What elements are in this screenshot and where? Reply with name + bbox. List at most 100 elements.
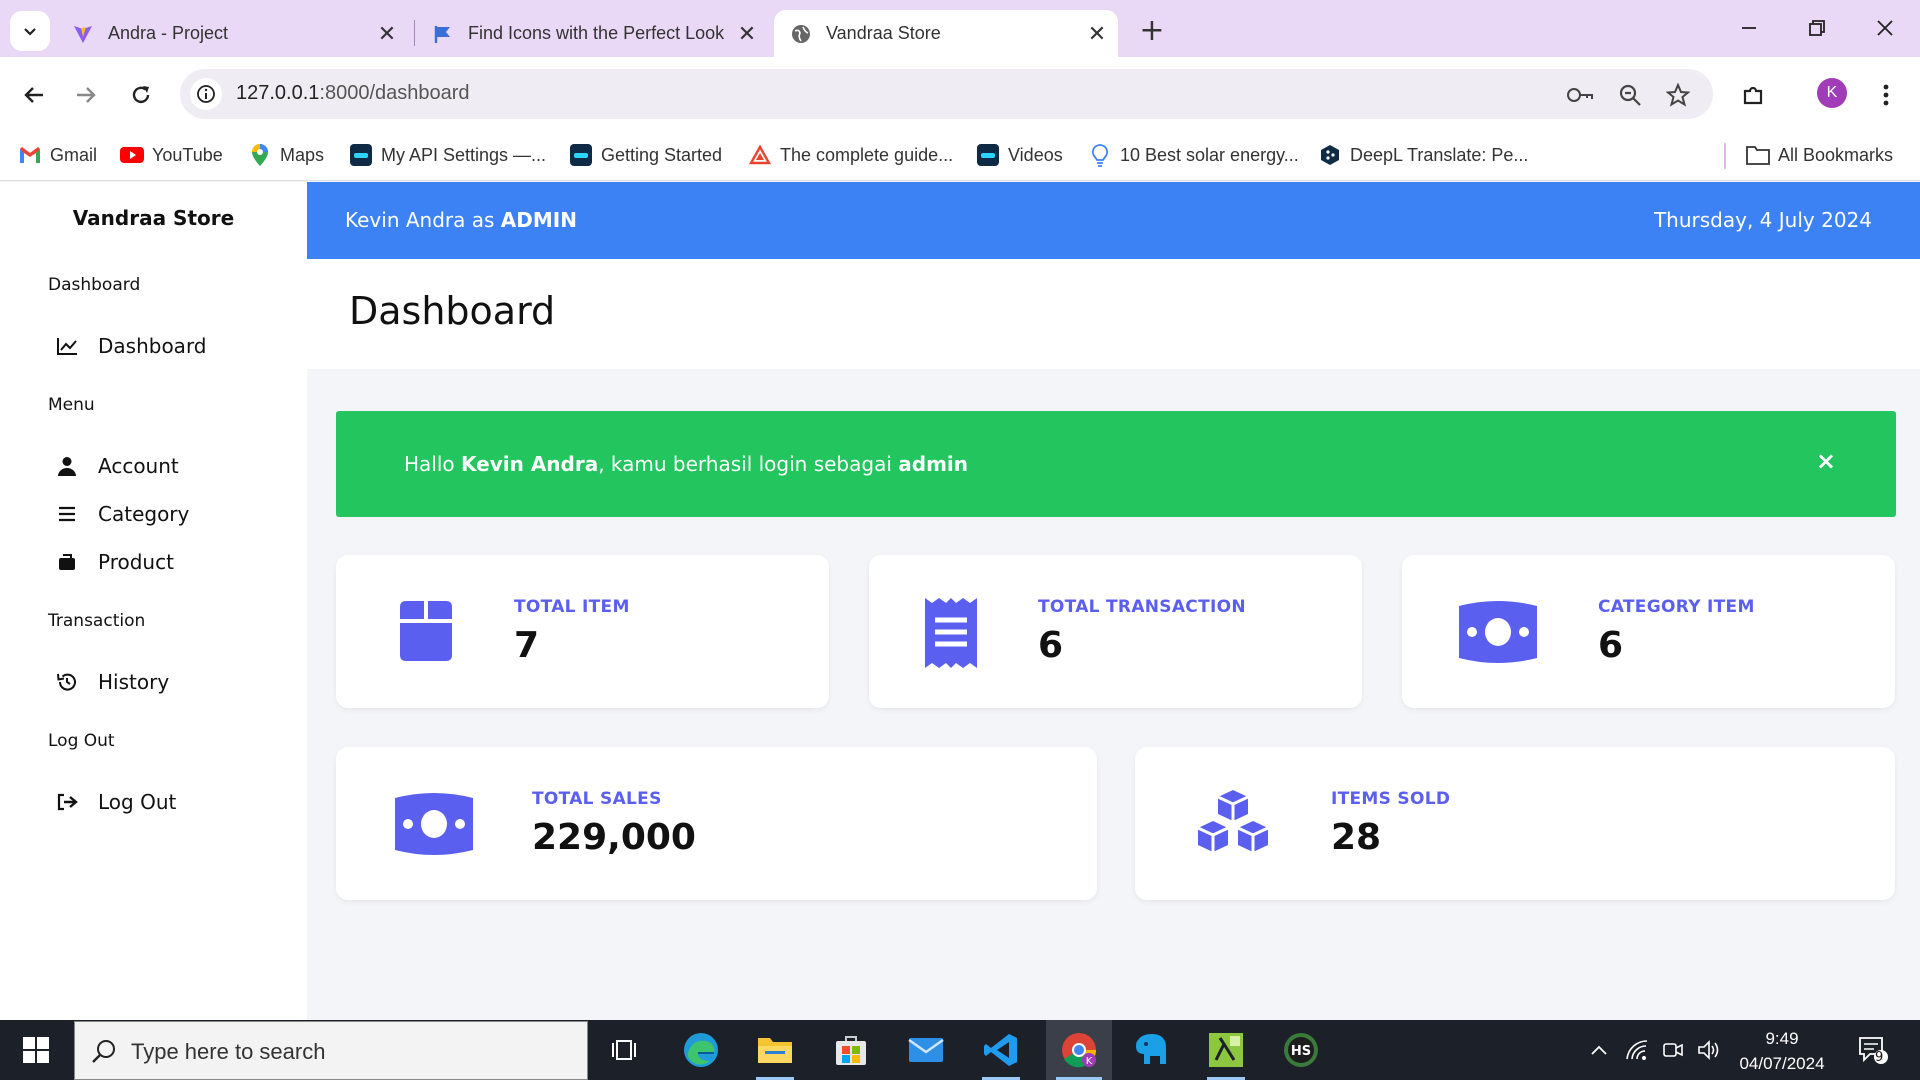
all-bookmarks[interactable]: All Bookmarks (1746, 140, 1893, 170)
bookmark-maps[interactable]: Maps (248, 140, 324, 170)
card-category-item: CATEGORY ITEM 6 (1402, 555, 1895, 708)
back-button[interactable] (14, 75, 54, 115)
card-label: TOTAL SALES (532, 789, 662, 809)
puzzle-icon (1743, 86, 1763, 105)
card-value: 229,000 (532, 817, 696, 858)
card-value: 6 (1598, 625, 1624, 666)
alert-close-button[interactable]: × (1816, 447, 1836, 475)
more-vert-icon (1883, 84, 1889, 106)
arrow-left-icon (24, 87, 43, 103)
taskbar-chrome[interactable]: K (1046, 1020, 1112, 1080)
sidebar-item-history[interactable]: History (54, 665, 169, 699)
url-text[interactable]: 127.0.0.1:8000/dashboard (236, 82, 470, 105)
notification-icon (1859, 1037, 1888, 1064)
bookmark-star-icon[interactable] (1664, 81, 1692, 109)
start-button[interactable] (0, 1020, 72, 1080)
address-bar[interactable]: 127.0.0.1:8000/dashboard (180, 69, 1713, 119)
lambda-icon (1209, 1033, 1243, 1067)
restore-button[interactable] (1792, 8, 1842, 48)
reload-button[interactable] (121, 75, 161, 115)
taskbar-edge[interactable] (670, 1020, 732, 1080)
camera-icon (1663, 1043, 1683, 1057)
card-label: TOTAL TRANSACTION (1038, 597, 1246, 617)
bookmark-label: Getting Started (601, 144, 723, 165)
close-tab-icon[interactable]: ✕ (732, 19, 762, 49)
bookmark-label: 10 Best solar energy... (1120, 144, 1299, 165)
volume-button[interactable] (1692, 1020, 1726, 1080)
sidebar-item-label: Log Out (98, 790, 177, 814)
tab-find-icons[interactable]: Find Icons with the Perfect Look ✕ (416, 10, 768, 57)
close-tab-icon[interactable]: ✕ (372, 19, 402, 49)
meet-now-button[interactable] (1656, 1020, 1690, 1080)
new-tab-button[interactable]: + (1136, 12, 1168, 48)
svg-text:K: K (1086, 1056, 1093, 1067)
bookmark-youtube[interactable]: YouTube (120, 140, 223, 170)
sidebar-item-dashboard[interactable]: Dashboard (54, 329, 207, 363)
alert-name: Kevin Andra (461, 452, 599, 476)
tab-search-button[interactable] (10, 11, 50, 51)
deepl-icon (1318, 143, 1342, 167)
logout-icon (54, 789, 80, 815)
taskbar-mail[interactable] (895, 1020, 957, 1080)
taskbar-file-explorer[interactable] (744, 1020, 806, 1080)
vite-icon (72, 23, 94, 45)
bookmark-complete-guide[interactable]: The complete guide... (748, 140, 953, 170)
tab-andra-project[interactable]: Andra - Project ✕ (56, 10, 408, 57)
taskbar-hs-app[interactable]: HS (1270, 1020, 1332, 1080)
bookmark-api-settings[interactable]: My API Settings —... (349, 140, 546, 170)
profile-avatar[interactable]: K (1817, 78, 1847, 108)
bookmark-videos[interactable]: Videos (976, 140, 1063, 170)
browser-tab-bar: Andra - Project ✕ Find Icons with the Pe… (0, 0, 1920, 57)
bookmark-gmail[interactable]: Gmail (18, 140, 97, 170)
notification-count: 9 (1875, 1050, 1884, 1065)
forward-button[interactable] (66, 75, 106, 115)
card-items-sold: ITEMS SOLD 28 (1135, 747, 1895, 900)
alert-message: Hallo Kevin Andra, kamu berhasil login s… (404, 452, 968, 476)
wifi-icon (1626, 1040, 1648, 1060)
close-window-button[interactable] (1860, 8, 1910, 48)
zoom-icon[interactable] (1616, 81, 1644, 109)
folder-icon (1746, 143, 1770, 167)
app-icon (349, 143, 373, 167)
minimize-button[interactable] (1724, 8, 1774, 48)
browser-menu-button[interactable] (1866, 75, 1906, 115)
password-key-icon[interactable] (1566, 81, 1594, 109)
sidebar-item-label: Product (98, 550, 174, 574)
sidebar-item-category[interactable]: Category (54, 497, 189, 531)
tab-separator (414, 20, 415, 46)
sidebar-item-label: History (98, 670, 170, 694)
bookmark-getting-started[interactable]: Getting Started (569, 140, 722, 170)
all-bookmarks-label: All Bookmarks (1778, 144, 1894, 165)
extensions-button[interactable] (1733, 75, 1773, 115)
card-value: 28 (1331, 817, 1382, 858)
volume-icon (1698, 1040, 1719, 1060)
taskbar-vscode[interactable] (970, 1020, 1032, 1080)
taskbar-search-input[interactable]: Type here to search (74, 1021, 588, 1080)
task-view-button[interactable] (594, 1020, 656, 1080)
sidebar-item-account[interactable]: Account (54, 449, 179, 483)
taskbar-store[interactable] (820, 1020, 882, 1080)
app-icon (569, 143, 593, 167)
sidebar-item-logout[interactable]: Log Out (54, 785, 176, 819)
notification-center-button[interactable]: 9 (1848, 1020, 1898, 1080)
history-icon (54, 669, 80, 695)
site-info-icon[interactable] (190, 78, 222, 110)
windows-logo-icon (23, 1037, 49, 1063)
taskbar-db-app[interactable] (1120, 1020, 1182, 1080)
task-view-icon (612, 1040, 636, 1060)
taskbar-lambda-app[interactable] (1195, 1020, 1257, 1080)
chart-line-icon (54, 333, 80, 359)
network-button[interactable] (1620, 1020, 1654, 1080)
reload-icon (132, 86, 150, 104)
bookmark-deepl[interactable]: DeepL Translate: Pe... (1318, 140, 1528, 170)
card-label: TOTAL ITEM (514, 597, 630, 617)
sidebar-item-product[interactable]: Product (54, 545, 174, 579)
show-hidden-icons-button[interactable] (1584, 1020, 1614, 1080)
bookmark-solar-energy[interactable]: 10 Best solar energy... (1088, 140, 1299, 170)
tab-vandraa-store[interactable]: Vandraa Store ✕ (774, 10, 1118, 57)
page-title: Dashboard (349, 289, 556, 333)
edge-icon (684, 1033, 718, 1067)
brand-name: Vandraa Store (72, 206, 235, 230)
close-tab-icon[interactable]: ✕ (1082, 19, 1112, 49)
clock[interactable]: 9:49 04/07/2024 (1734, 1026, 1830, 1076)
